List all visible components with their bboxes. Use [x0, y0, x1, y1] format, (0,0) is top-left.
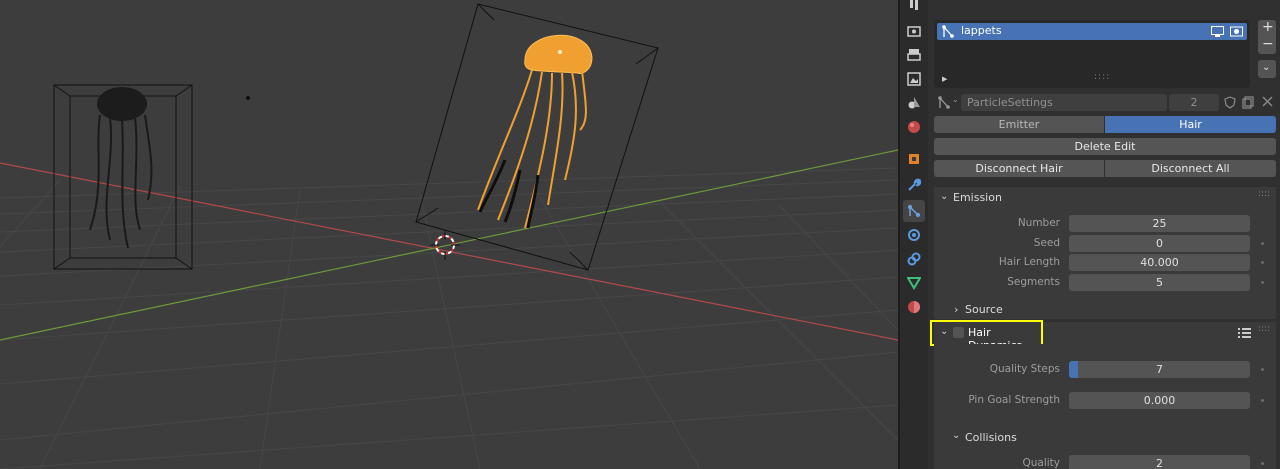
data-tab-icon[interactable]: [903, 272, 925, 294]
chevron-down-icon: ⌄: [940, 326, 949, 337]
quality-label: Quality: [1022, 457, 1060, 469]
remove-slot-button[interactable]: −: [1262, 36, 1274, 52]
chevron-down-icon: ⌄: [1262, 62, 1271, 73]
number-field[interactable]: 25: [1069, 215, 1250, 232]
presets-list-icon[interactable]: [1238, 327, 1251, 342]
disconnect-all-button[interactable]: Disconnect All: [1105, 160, 1276, 177]
keyframe-decorator-icon[interactable]: [1261, 399, 1264, 402]
monitor-icon[interactable]: [1211, 26, 1224, 40]
seed-label: Seed: [1033, 237, 1060, 249]
properties-tab-strip: [900, 0, 928, 469]
particles-icon: [941, 25, 955, 41]
scene-tab-icon[interactable]: [903, 92, 925, 114]
jellyfish-object-selected[interactable]: [415, 3, 659, 271]
highlight-callout: ⌄ Hair Dynamics: [930, 320, 1043, 352]
list-item-label: lappets: [961, 24, 1002, 37]
keyframe-decorator-icon[interactable]: [1261, 368, 1264, 371]
constraints-tab-icon[interactable]: [903, 248, 925, 270]
quality-steps-label: Quality Steps: [989, 363, 1060, 375]
modifier-tab-icon[interactable]: [903, 174, 925, 196]
chevron-down-icon: ⌄: [940, 191, 949, 202]
emission-panel-title: Emission: [953, 191, 1002, 204]
list-item[interactable]: lappets: [937, 23, 1247, 40]
list-specials-button[interactable]: ⌄: [1258, 60, 1276, 78]
quality-steps-slider-fill: [1069, 361, 1079, 378]
3d-viewport[interactable]: [0, 0, 898, 469]
quality-field[interactable]: 2: [1069, 455, 1250, 469]
keyframe-decorator-icon[interactable]: [1261, 462, 1264, 465]
hair-length-label: Hair Length: [998, 256, 1060, 268]
world-tab-icon[interactable]: [903, 116, 925, 138]
render-tab-icon[interactable]: [903, 20, 925, 42]
collisions-subpanel-header[interactable]: ⌄ Collisions: [952, 429, 1152, 446]
chevron-right-icon: ›: [954, 303, 959, 316]
quality-steps-slider[interactable]: 7: [1069, 361, 1250, 378]
emission-panel-header[interactable]: ⌄ Emission ::::: [934, 187, 1276, 209]
segments-field[interactable]: 5: [1069, 274, 1250, 291]
camera-icon[interactable]: [1230, 25, 1243, 40]
keyframe-decorator-icon[interactable]: [1261, 261, 1264, 264]
floor-grid: [0, 167, 898, 469]
viewport-scene: [0, 3, 898, 469]
particles-icon: [938, 96, 950, 109]
source-subpanel-header[interactable]: › Source: [952, 301, 1152, 318]
material-tab-icon[interactable]: [903, 296, 925, 318]
particles-tab-icon[interactable]: [903, 200, 925, 222]
pin-goal-strength-label: Pin Goal Strength: [968, 394, 1060, 406]
drag-grip-icon[interactable]: ::::: [1258, 189, 1270, 199]
source-subpanel-title: Source: [965, 303, 1003, 316]
list-resize-grip-icon[interactable]: ::::: [1094, 72, 1110, 82]
pin-goal-strength-field[interactable]: 0.000: [1069, 392, 1250, 409]
output-tab-icon[interactable]: [903, 44, 925, 66]
chevron-down-icon: ⌄: [952, 95, 959, 104]
delete-edit-button[interactable]: Delete Edit: [934, 138, 1276, 155]
fake-user-shield-icon[interactable]: [1224, 96, 1236, 112]
hair-length-field[interactable]: 40.000: [1069, 254, 1250, 271]
collisions-subpanel-title: Collisions: [965, 431, 1017, 444]
duplicate-icon[interactable]: [1242, 96, 1254, 112]
emitter-type-tab[interactable]: Emitter: [934, 116, 1104, 133]
physics-tab-icon[interactable]: [903, 224, 925, 246]
keyframe-decorator-icon[interactable]: [1261, 281, 1264, 284]
settings-name-field[interactable]: ParticleSettings: [961, 94, 1167, 111]
chevron-down-icon: ⌄: [952, 430, 961, 441]
view-layer-tab-icon[interactable]: [903, 68, 925, 90]
tool-tab-icon[interactable]: [903, 0, 925, 14]
keyframe-decorator-icon[interactable]: [1261, 242, 1264, 245]
particle-system-list[interactable]: lappets ▶ ::::: [934, 20, 1250, 88]
properties-editor: lappets ▶ :::: + − ⌄ ⌄ ParticleSettings …: [928, 0, 1280, 469]
segments-label: Segments: [1007, 276, 1060, 288]
add-slot-button[interactable]: +: [1262, 19, 1274, 35]
drag-grip-icon[interactable]: ::::: [1258, 324, 1270, 334]
unlink-close-icon[interactable]: [1262, 96, 1273, 110]
hair-type-tab[interactable]: Hair: [1105, 116, 1276, 133]
number-label: Number: [1017, 217, 1060, 229]
quality-steps-value: 7: [1156, 363, 1163, 376]
object-tab-icon[interactable]: [903, 148, 925, 170]
settings-users-count[interactable]: 2: [1169, 94, 1219, 111]
hair-dynamics-checkbox[interactable]: [953, 327, 964, 338]
list-add-remove: + −: [1258, 19, 1276, 54]
disconnect-hair-button[interactable]: Disconnect Hair: [934, 160, 1104, 177]
seed-field[interactable]: 0: [1069, 235, 1250, 252]
3d-cursor[interactable]: [430, 230, 460, 260]
settings-browse-button[interactable]: ⌄: [934, 94, 960, 111]
list-expand-icon[interactable]: ▶: [942, 75, 947, 83]
